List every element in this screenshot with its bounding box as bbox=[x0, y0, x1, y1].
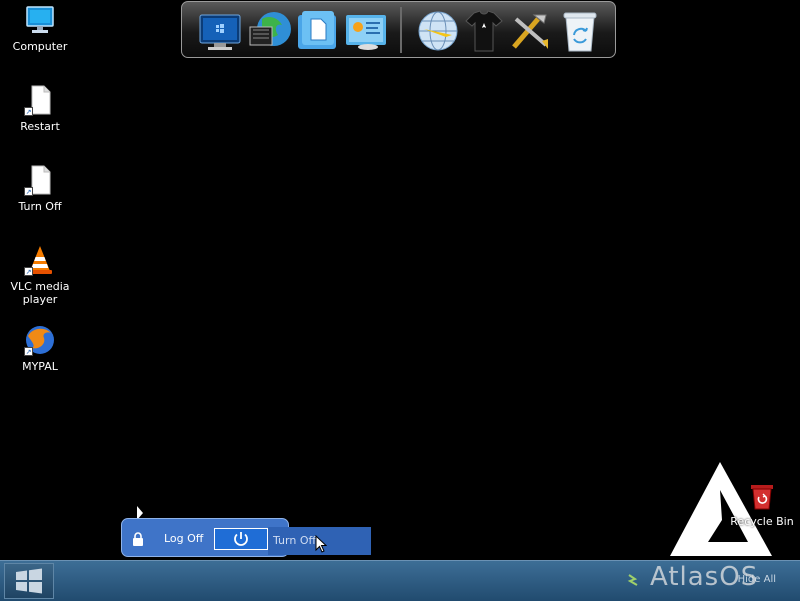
dock-item-documents[interactable] bbox=[296, 9, 340, 53]
recycle-bin-icon bbox=[751, 485, 773, 510]
tray-network-icon[interactable] bbox=[627, 573, 639, 587]
control-panel-icon bbox=[346, 15, 386, 50]
dock-item-tools[interactable] bbox=[508, 9, 552, 53]
document-shortcut-icon: ↗ bbox=[24, 164, 56, 196]
log-off-label: Log Off bbox=[164, 532, 204, 545]
monitor-icon bbox=[24, 4, 56, 36]
mouse-cursor-icon bbox=[315, 535, 327, 553]
dock-item-browser[interactable] bbox=[416, 9, 460, 53]
desktop-icon-recycle-bin[interactable]: Recycle Bin bbox=[730, 482, 794, 528]
dock bbox=[181, 1, 616, 58]
desktop-icon-vlc[interactable]: ↗ VLC media player bbox=[5, 244, 75, 306]
dock-item-control-panel[interactable] bbox=[344, 9, 388, 53]
dock-separator bbox=[400, 7, 402, 53]
desktop-icon-turn-off[interactable]: ↗ Turn Off bbox=[5, 164, 75, 213]
vlc-cone-icon: ↗ bbox=[24, 244, 56, 276]
desktop-icon-label: Restart bbox=[20, 120, 60, 133]
power-icon bbox=[234, 532, 248, 546]
tools-icon bbox=[512, 14, 548, 49]
web-globe-icon bbox=[249, 12, 291, 46]
dock-item-recycle-bin[interactable] bbox=[558, 9, 602, 53]
desktop-icon-label: VLC media player bbox=[10, 280, 70, 306]
mypal-browser-icon: ↗ bbox=[24, 324, 56, 356]
documents-icon bbox=[298, 11, 336, 49]
shortcut-arrow-icon: ↗ bbox=[24, 267, 33, 276]
desktop-icon-label: MYPAL bbox=[22, 360, 58, 373]
dock-item-computer[interactable] bbox=[198, 9, 242, 53]
desktop-icon-mypal[interactable]: ↗ MYPAL bbox=[5, 324, 75, 373]
shutdown-menu: Log Off bbox=[121, 518, 289, 557]
turn-off-computer-button[interactable] bbox=[214, 528, 268, 550]
recycle-bin-icon bbox=[563, 12, 597, 52]
desktop-icon-restart[interactable]: ↗ Restart bbox=[5, 84, 75, 133]
document-shortcut-icon: ↗ bbox=[24, 84, 56, 116]
computer-icon bbox=[199, 14, 241, 50]
desktop-icon-label: Computer bbox=[12, 40, 68, 53]
windows-logo-icon bbox=[16, 568, 42, 594]
log-off-button[interactable]: Log Off bbox=[126, 527, 210, 551]
start-button[interactable] bbox=[4, 563, 54, 599]
tshirt-icon bbox=[465, 10, 503, 52]
dock-item-web[interactable] bbox=[248, 9, 292, 53]
shortcut-arrow-icon: ↗ bbox=[24, 107, 33, 116]
atlas-wordmark: AtlasOS bbox=[650, 562, 759, 592]
shortcut-arrow-icon: ↗ bbox=[24, 347, 33, 356]
shortcut-arrow-icon: ↗ bbox=[24, 187, 33, 196]
desktop-icon-computer[interactable]: Computer bbox=[5, 4, 75, 53]
lock-icon bbox=[133, 532, 143, 546]
desktop-icon-label: Turn Off bbox=[18, 200, 62, 213]
desktop-icon-label: Recycle Bin bbox=[730, 515, 794, 528]
dock-item-themes[interactable] bbox=[462, 9, 506, 53]
browser-globe-icon bbox=[418, 11, 458, 51]
